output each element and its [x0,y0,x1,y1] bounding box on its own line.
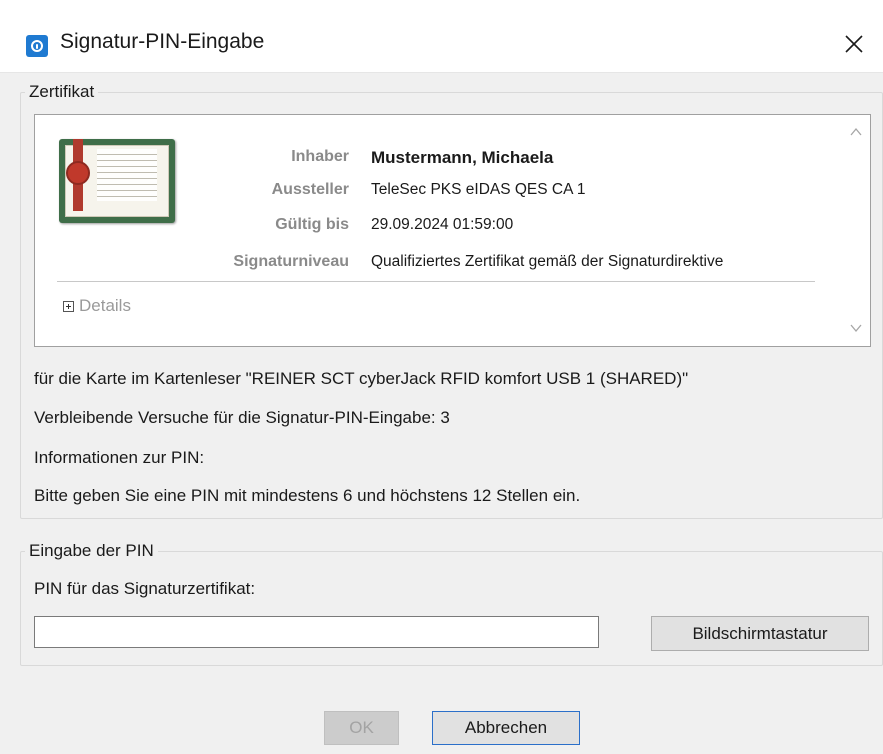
pin-rules-text: Bitte geben Sie eine PIN mit mindestens … [34,486,581,505]
ok-button[interactable]: OK [324,711,399,745]
remaining-attempts-text: Verbleibende Versuche für die Signatur-P… [34,408,450,427]
certificate-panel[interactable]: Inhaber Mustermann, Michaela Aussteller … [34,114,871,347]
cert-row-issuer: Aussteller TeleSec PKS eIDAS QES CA 1 [35,181,815,203]
certificate-scrollbar[interactable] [842,115,870,346]
scroll-down-icon[interactable] [849,321,863,335]
cert-divider [57,281,815,282]
issuer-label: Aussteller [271,181,349,198]
scroll-up-icon[interactable] [849,125,863,139]
details-toggle[interactable]: Details [63,296,131,316]
details-label: Details [79,296,131,315]
pin-entry-group-label: Eingabe der PIN [29,541,154,560]
pin-field-label: PIN für das Signaturzertifikat: [34,579,256,598]
pin-input[interactable] [34,616,599,648]
certificate-group-label: Zertifikat [29,82,95,101]
cert-row-signature-level: Signaturniveau Qualifiziertes Zertifikat… [35,253,815,275]
close-button[interactable] [831,24,877,64]
title-bar: Signatur-PIN-Eingabe [0,0,883,73]
card-reader-text: für die Karte im Kartenleser "REINER SCT… [34,369,689,388]
pin-info-heading: Informationen zur PIN: [34,448,205,467]
valid-until-value: 29.09.2024 01:59:00 [371,216,514,233]
cert-row-holder: Inhaber Mustermann, Michaela [35,148,815,170]
close-icon [845,35,863,53]
onscreen-keyboard-button[interactable]: Bildschirmtastatur [651,616,869,651]
cancel-button[interactable]: Abbrechen [432,711,580,745]
valid-until-label: Gültig bis [275,216,349,233]
holder-label: Inhaber [291,148,349,165]
issuer-value: TeleSec PKS eIDAS QES CA 1 [371,181,586,198]
holder-value: Mustermann, Michaela [371,148,554,167]
window-title: Signatur-PIN-Eingabe [60,30,265,53]
cert-row-valid-until: Gültig bis 29.09.2024 01:59:00 [35,216,815,238]
expand-plus-icon [63,300,74,312]
app-shield-icon [26,35,48,57]
signature-level-value: Qualifiziertes Zertifikat gemäß der Sign… [371,253,724,270]
signature-level-label: Signaturniveau [233,253,349,270]
